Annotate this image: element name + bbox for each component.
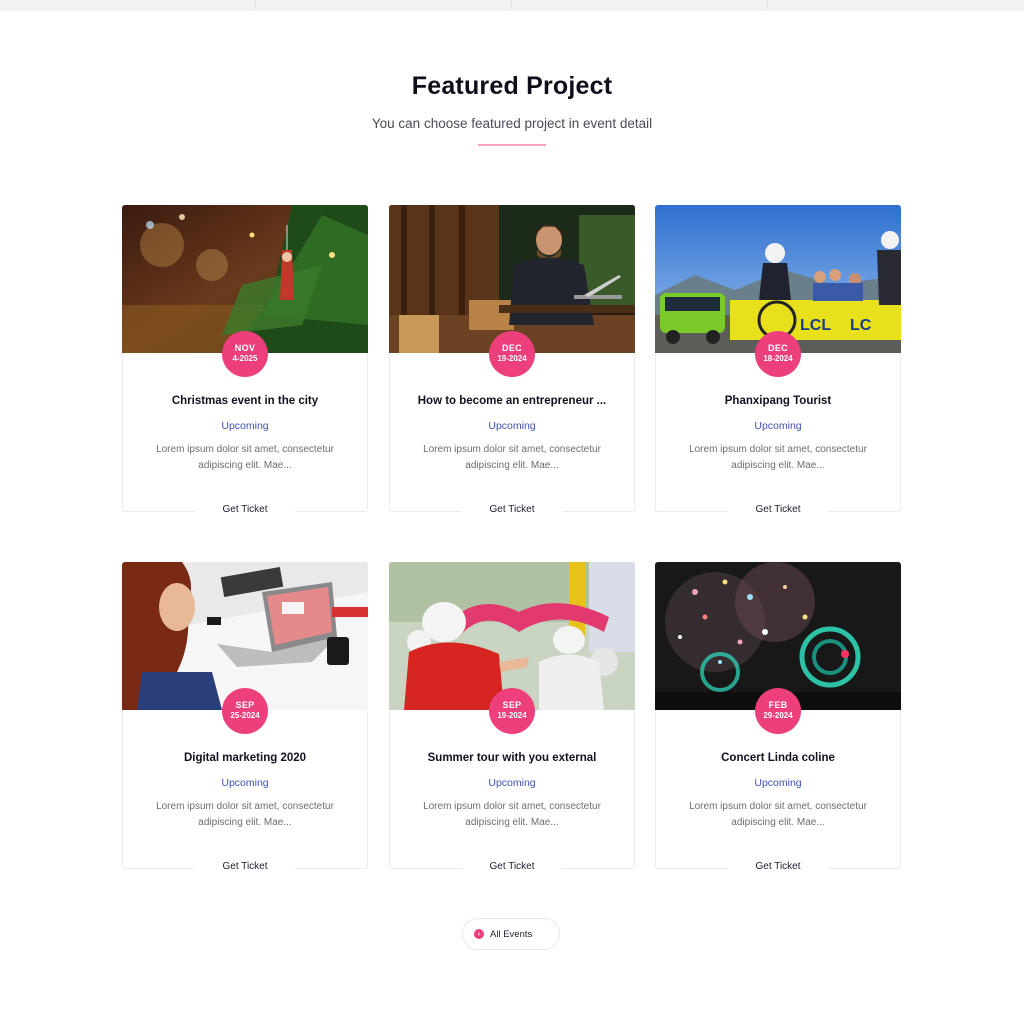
event-title[interactable]: Phanxipang Tourist: [656, 395, 900, 407]
event-card[interactable]: NOV 4-2025 Christmas event in the city U…: [122, 205, 368, 515]
date-month: DEC: [502, 343, 522, 353]
date-badge: SEP 25-2024: [222, 688, 268, 734]
event-title[interactable]: Summer tour with you external: [390, 752, 634, 764]
event-card[interactable]: FEB 29-2024 Concert Linda coline Upcomin…: [655, 562, 901, 872]
date-month: NOV: [234, 343, 256, 353]
top-nav-bar: [0, 0, 1024, 11]
date-badge: DEC 18-2024: [755, 331, 801, 377]
date-badge: SEP 19-2024: [489, 688, 535, 734]
divider: [656, 511, 728, 512]
event-title[interactable]: Concert Linda coline: [656, 752, 900, 764]
get-ticket-button[interactable]: Get Ticket: [728, 504, 828, 515]
date-day-year: 19-2024: [497, 711, 527, 720]
event-description: Lorem ipsum dolor sit amet, consectetur …: [689, 801, 867, 828]
divider: [656, 868, 728, 869]
event-card[interactable]: SEP 19-2024 Summer tour with you externa…: [389, 562, 635, 872]
date-day-year: 29-2024: [763, 711, 793, 720]
divider: [390, 511, 462, 512]
all-events-button[interactable]: › All Events: [462, 918, 560, 950]
event-status: Upcoming: [488, 420, 536, 432]
divider: [123, 868, 195, 869]
event-status: Upcoming: [488, 777, 536, 789]
date-month: SEP: [235, 700, 255, 710]
all-events-label: All Events: [490, 929, 533, 940]
date-badge: DEC 19-2024: [489, 331, 535, 377]
date-day-year: 4-2025: [232, 354, 258, 363]
get-ticket-button[interactable]: Get Ticket: [195, 861, 295, 872]
divider: [390, 868, 462, 869]
event-description: Lorem ipsum dolor sit amet, consectetur …: [156, 444, 334, 471]
divider: [828, 868, 900, 869]
section-title: Featured Project: [411, 72, 613, 100]
get-ticket-button[interactable]: Get Ticket: [462, 861, 562, 872]
event-status: Upcoming: [754, 777, 802, 789]
get-ticket-button[interactable]: Get Ticket: [195, 504, 295, 515]
event-card[interactable]: DEC 19-2024 How to become an entrepreneu…: [389, 205, 635, 515]
event-status: Upcoming: [754, 420, 802, 432]
divider: [562, 511, 634, 512]
divider: [828, 511, 900, 512]
event-title[interactable]: Christmas event in the city: [123, 395, 367, 407]
date-month: FEB: [768, 700, 788, 710]
nav-divider: [511, 0, 512, 11]
event-title[interactable]: How to become an entrepreneur ...: [390, 395, 634, 407]
event-status: Upcoming: [221, 420, 269, 432]
title-underline: [478, 144, 546, 146]
date-day-year: 25-2024: [230, 711, 260, 720]
date-month: SEP: [502, 700, 522, 710]
date-day-year: 18-2024: [763, 354, 793, 363]
event-card[interactable]: LCL LC DEC 18-2024 Phanxipang Tourist Up…: [655, 205, 901, 515]
date-month: DEC: [768, 343, 788, 353]
divider: [562, 868, 634, 869]
date-day-year: 19-2024: [497, 354, 527, 363]
chevron-right-icon: ›: [474, 929, 484, 939]
event-description: Lorem ipsum dolor sit amet, consectetur …: [423, 801, 601, 828]
event-card[interactable]: SEP 25-2024 Digital marketing 2020 Upcom…: [122, 562, 368, 872]
get-ticket-button[interactable]: Get Ticket: [462, 504, 562, 515]
event-title[interactable]: Digital marketing 2020: [123, 752, 367, 764]
date-badge: NOV 4-2025: [222, 331, 268, 377]
get-ticket-button[interactable]: Get Ticket: [728, 861, 828, 872]
svg-text:LC: LC: [850, 317, 872, 334]
event-description: Lorem ipsum dolor sit amet, consectetur …: [689, 444, 867, 471]
divider: [295, 511, 367, 512]
event-description: Lorem ipsum dolor sit amet, consectetur …: [423, 444, 601, 471]
event-status: Upcoming: [221, 777, 269, 789]
nav-divider: [767, 0, 768, 11]
divider: [123, 511, 195, 512]
svg-text:LCL: LCL: [800, 317, 831, 334]
divider: [295, 868, 367, 869]
date-badge: FEB 29-2024: [755, 688, 801, 734]
nav-divider: [255, 0, 256, 11]
event-description: Lorem ipsum dolor sit amet, consectetur …: [156, 801, 334, 828]
section-subtitle: You can choose featured project in event…: [371, 116, 653, 131]
